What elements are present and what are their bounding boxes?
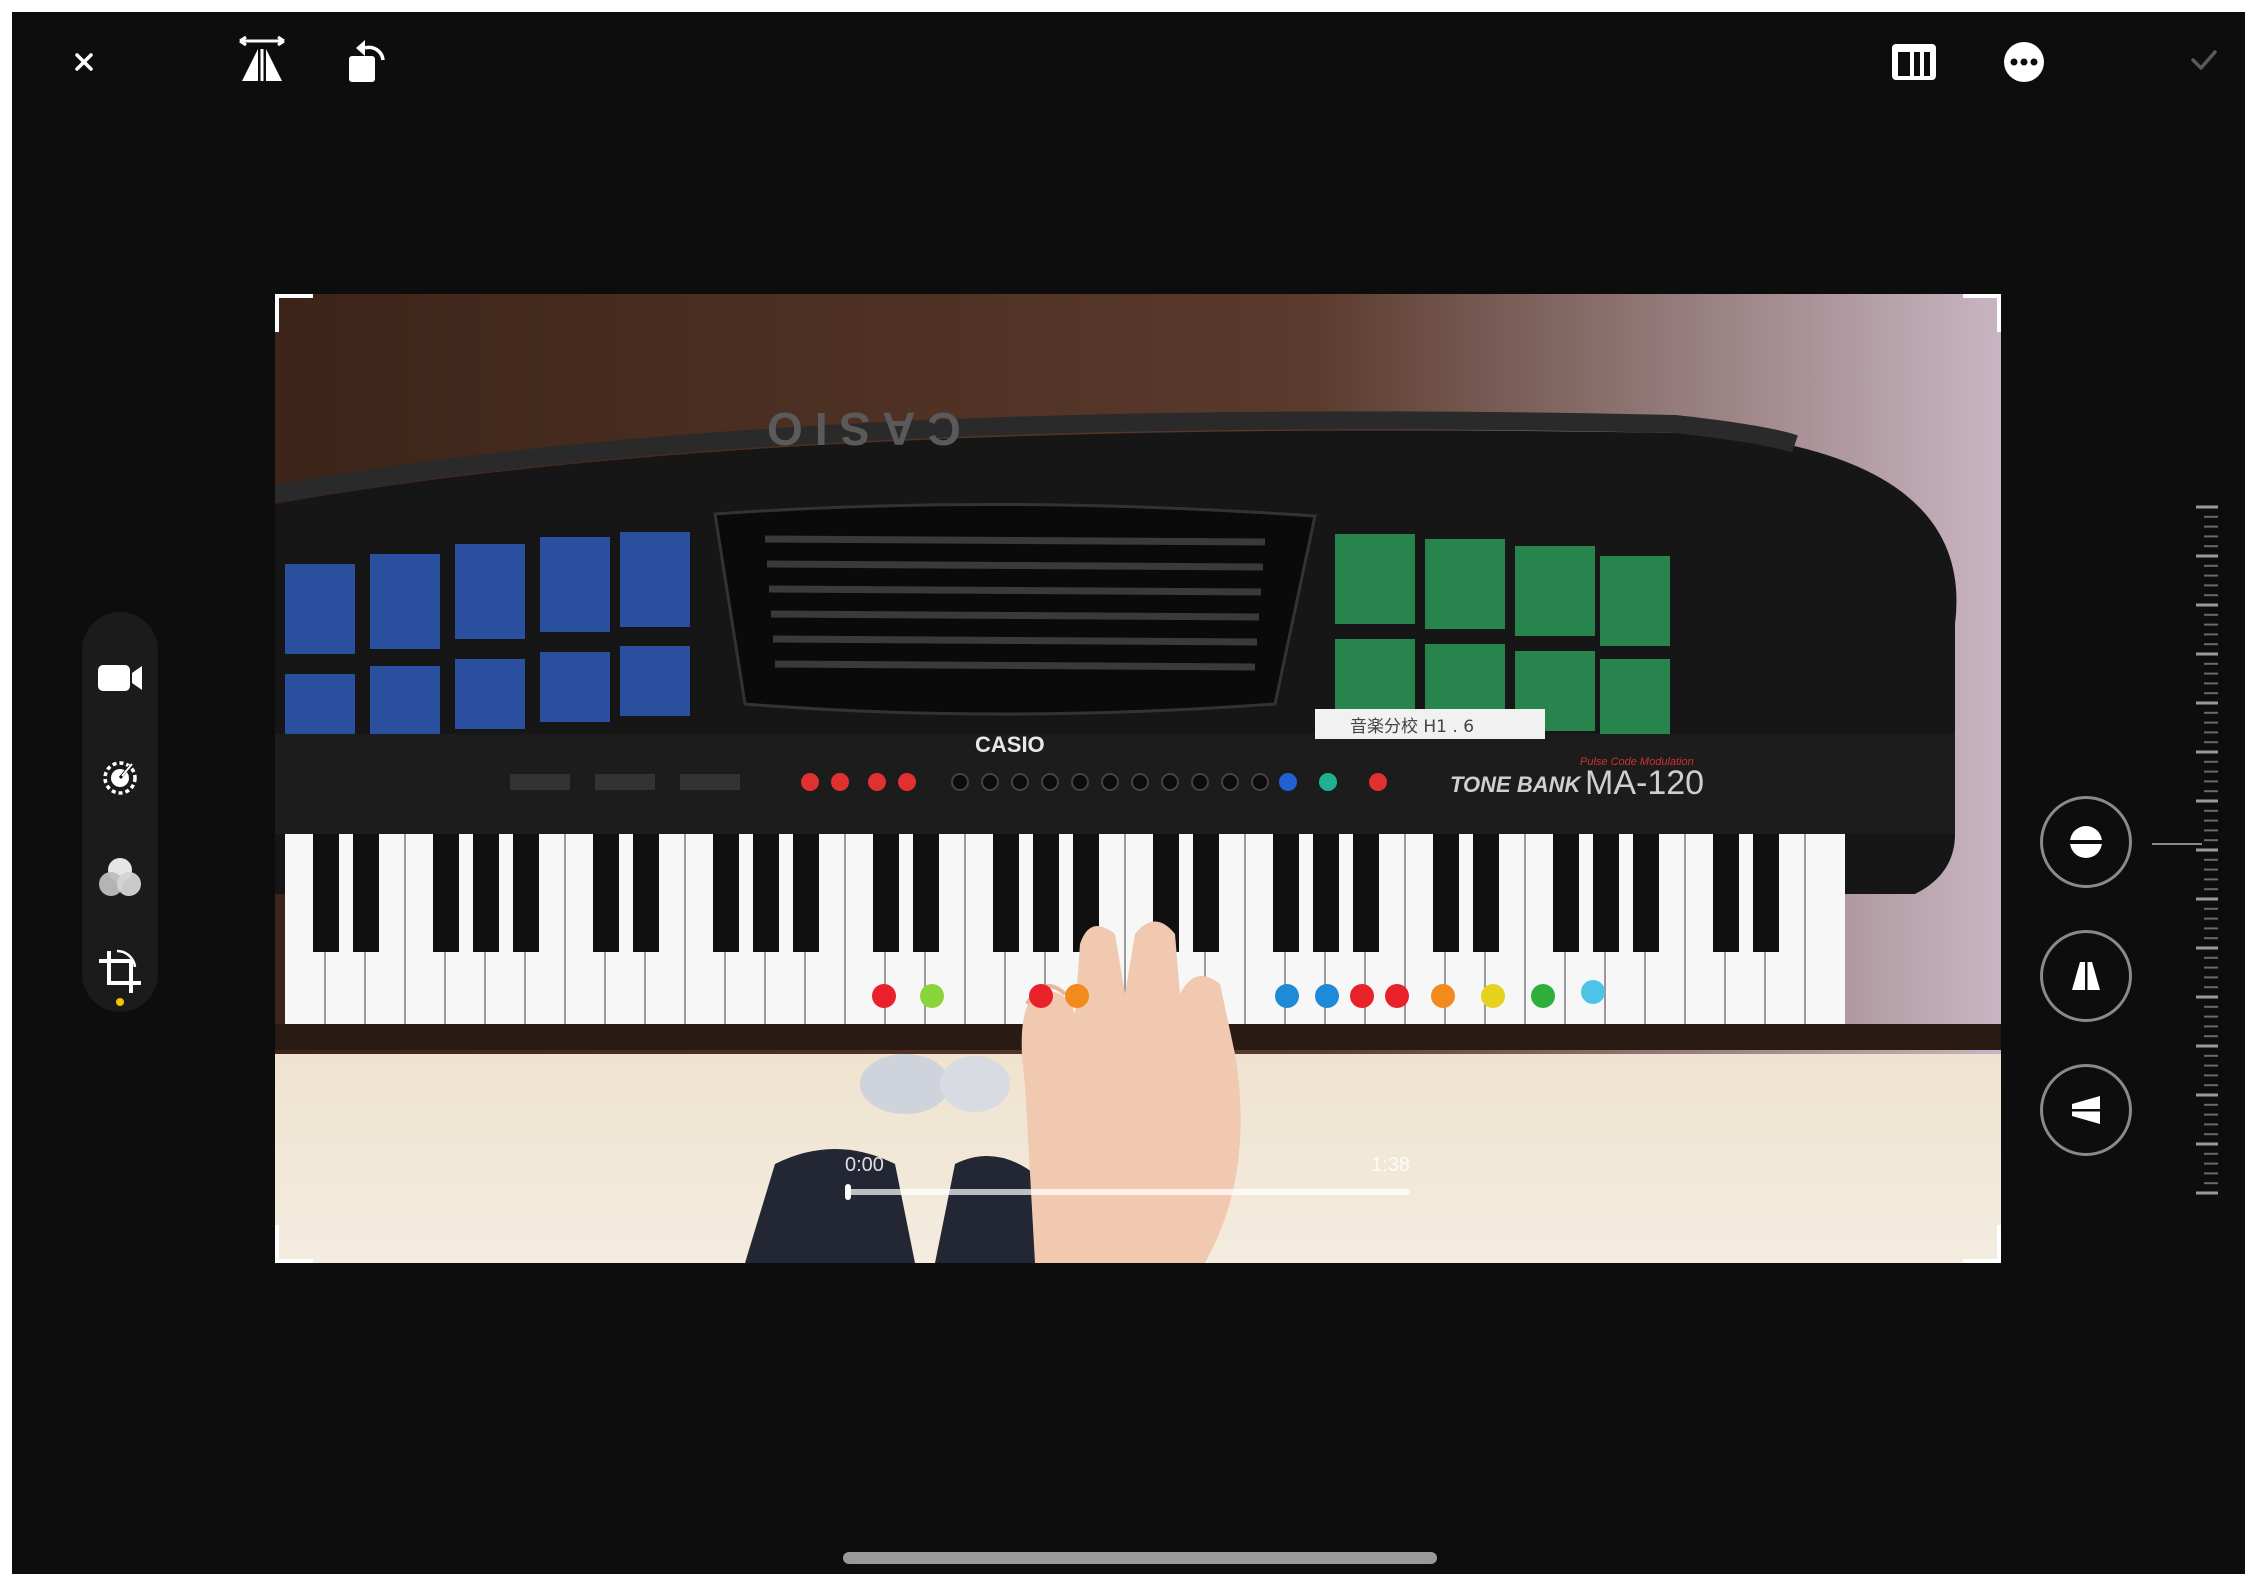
- video-scrubber[interactable]: 0:00 1:38: [845, 1154, 1410, 1200]
- vertical-perspective-icon: [2072, 960, 2100, 992]
- sticker-dot: [1315, 984, 1339, 1008]
- edit-mode-sidebar: [82, 612, 158, 1012]
- close-button[interactable]: [62, 40, 106, 84]
- crop-handle-top-left[interactable]: [275, 294, 313, 332]
- video-tool-button[interactable]: [88, 646, 152, 710]
- active-tool-indicator: [116, 998, 124, 1006]
- flip-button[interactable]: [234, 32, 290, 88]
- rotate-icon: [349, 40, 385, 82]
- scrubber-handle[interactable]: [845, 1184, 851, 1200]
- flip-horizontal-icon: [239, 35, 285, 81]
- end-time: 1:38: [1371, 1154, 1410, 1176]
- crop-handle-bottom-left[interactable]: [275, 1225, 313, 1263]
- sticker-dot: [1029, 984, 1053, 1008]
- filters-tool-button[interactable]: [88, 846, 152, 910]
- close-icon: [75, 53, 93, 71]
- vertical-perspective-button[interactable]: [2040, 930, 2132, 1022]
- sticker-dot: [1350, 984, 1374, 1008]
- sticker-dot: [920, 984, 944, 1008]
- more-button[interactable]: [1996, 34, 2052, 90]
- current-time: 0:00: [845, 1154, 884, 1176]
- aspect-ratio-icon: [1892, 44, 1936, 80]
- straighten-icon: [2068, 826, 2104, 858]
- sticker-dot: [1431, 984, 1455, 1008]
- checkmark-icon: [2191, 50, 2217, 70]
- done-button[interactable]: [2184, 40, 2224, 80]
- sticker-dot: [1531, 984, 1555, 1008]
- top-toolbar: [12, 12, 2245, 112]
- angle-ruler[interactable]: [2192, 502, 2222, 1202]
- sticker-dot: [1581, 980, 1605, 1004]
- horizontal-perspective-button[interactable]: [2040, 1064, 2132, 1156]
- crop-rotate-icon: [99, 949, 141, 993]
- rotate-button[interactable]: [342, 34, 392, 88]
- video-camera-icon: [98, 665, 142, 691]
- sticker-dot: [872, 984, 896, 1008]
- adjust-tool-button[interactable]: [88, 746, 152, 810]
- ruler-indicator: [2152, 843, 2202, 845]
- sticker-dot: [1065, 984, 1089, 1008]
- sticker-dot: [1481, 984, 1505, 1008]
- sticker-dot: [1275, 984, 1299, 1008]
- home-indicator: [843, 1552, 1437, 1564]
- photo-editor: CASIO CASIO 音楽分校 H1 . 6 Pulse Code Modul…: [12, 12, 2245, 1574]
- filters-icon: [99, 858, 141, 896]
- key-sticker-dots: [275, 294, 2001, 1263]
- ruler-ticks: [2196, 505, 2218, 1195]
- crop-tool-button[interactable]: [88, 940, 152, 1004]
- straighten-button[interactable]: [2040, 796, 2132, 888]
- sticker-dot: [1385, 984, 1409, 1008]
- more-icon: [2004, 42, 2044, 82]
- crop-handle-bottom-right[interactable]: [1963, 1225, 2001, 1263]
- scrubber-track[interactable]: [845, 1184, 1410, 1200]
- video-preview[interactable]: CASIO CASIO 音楽分校 H1 . 6 Pulse Code Modul…: [275, 294, 2001, 1263]
- aspect-ratio-button[interactable]: [1886, 34, 1942, 90]
- adjust-dial-icon: [103, 761, 137, 795]
- horizontal-perspective-icon: [2070, 1096, 2102, 1124]
- crop-handle-top-right[interactable]: [1963, 294, 2001, 332]
